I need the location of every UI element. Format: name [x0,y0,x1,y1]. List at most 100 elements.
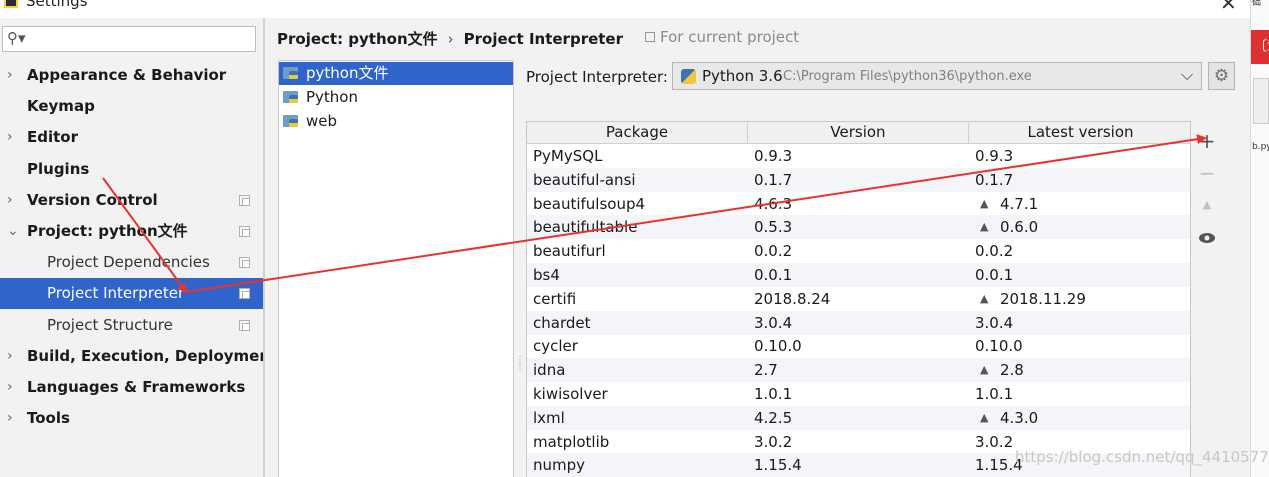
chevron-right-icon[interactable]: › [7,122,13,153]
splitter-handle-icon[interactable]: ⋮ ⋮ [515,356,525,376]
package-name: matplotlib [533,433,610,451]
package-name: certifi [533,290,577,308]
sidebar-item-appearance-behavior[interactable]: › Appearance & Behavior [0,60,263,91]
package-latest-version: 2018.11.29 [1000,290,1086,308]
table-row[interactable]: lxml 4.2.5 ▲ 4.3.0 [527,406,1190,430]
table-row[interactable]: idna 2.7 ▲ 2.8 [527,358,1190,382]
sidebar-item-plugins[interactable]: Plugins [0,154,263,185]
watermark: https://blog.csdn.net/qq_44105778 [1015,448,1269,466]
package-version: 2018.8.24 [754,290,831,308]
column-header-package[interactable]: Package [527,123,748,143]
sidebar-item-project-python[interactable]: ⌄ Project: python文件 [0,216,263,247]
show-early-releases-button[interactable] [1191,223,1223,251]
package-latest-version: 0.6.0 [1000,218,1039,236]
breadcrumb-page: Project Interpreter [463,30,624,48]
table-row[interactable]: PyMySQL 0.9.3 0.9.3 [527,144,1190,168]
upgrade-package-button[interactable]: ▲ [1191,191,1223,219]
app-icon [4,0,18,8]
package-latest-version: 3.0.2 [975,433,1014,451]
title-bar: Settings ✕ [0,0,1250,18]
table-row[interactable]: bs4 0.0.1 0.0.1 [527,263,1190,287]
chevron-right-icon[interactable]: › [7,372,13,403]
upgrade-icon: ▲ [1202,198,1212,211]
breadcrumb: Project: python文件 › Project Interpreter Fo… [277,28,799,49]
upgrade-available-icon: ▲ [980,197,989,210]
package-latest-version: 1.0.1 [975,385,1014,403]
chevron-right-icon[interactable]: › [7,185,13,216]
package-version: 1.0.1 [754,385,793,403]
project-list: python文件 Python web [278,60,514,477]
remove-package-button[interactable]: − [1191,159,1223,187]
close-icon[interactable]: ✕ [1220,0,1237,15]
chevron-right-icon[interactable]: › [7,403,13,434]
package-name: PyMySQL [533,147,603,165]
package-version: 0.9.3 [754,147,793,165]
plus-icon: + [1198,129,1216,153]
gear-icon: ⚙ [1213,66,1230,86]
package-name: beautiful-ansi [533,171,636,189]
python-icon [681,69,696,84]
column-header-latest[interactable]: Latest version [969,123,1190,143]
chevron-down-icon[interactable]: ⌄ [7,216,19,247]
search-input[interactable] [29,29,249,49]
sidebar-item-label: Project Dependencies [47,253,210,271]
sidebar-item-label: Tools [27,409,70,427]
table-row[interactable]: kiwisolver 1.0.1 1.0.1 [527,382,1190,406]
sidebar-item-label: Plugins [27,160,90,178]
column-header-version[interactable]: Version [748,123,969,143]
package-name: beautifulsoup4 [533,195,646,213]
table-row[interactable]: cycler 0.10.0 0.10.0 [527,334,1190,358]
sidebar-item-project-dependencies[interactable]: Project Dependencies [0,247,263,278]
chevron-right-icon[interactable]: › [7,60,13,91]
upgrade-available-icon: ▲ [980,363,989,376]
table-row[interactable]: beautifulsoup4 4.6.3 ▲ 4.7.1 [527,192,1190,216]
sidebar-item-project-structure[interactable]: Project Structure [0,310,263,341]
background-window-edge: 础 〔章 b.py [1250,0,1269,477]
interpreter-settings-button[interactable]: ⚙ [1208,62,1235,90]
chevron-right-icon[interactable]: › [7,341,13,372]
interpreter-dropdown[interactable]: Python 3.6 C:\Program Files\python36\pyt… [672,62,1202,90]
sidebar-item-label: Project Structure [47,316,173,334]
table-row[interactable]: beautifurl 0.0.2 0.0.2 [527,239,1190,263]
package-latest-version: 0.1.7 [975,171,1014,189]
sidebar-item-version-control[interactable]: › Version Control [0,185,263,216]
package-name: numpy [533,456,586,474]
interpreter-path: C:\Program Files\python36\python.exe [783,69,1032,84]
search-icon: ⚲▾ [7,29,26,47]
package-name: kiwisolver [533,385,608,403]
package-name: bs4 [533,266,560,284]
background-text: 础 [1252,0,1262,8]
sidebar-item-label: Languages & Frameworks [27,378,246,396]
package-version: 0.0.2 [754,242,793,260]
search-box[interactable]: ⚲▾ [2,26,256,52]
package-version: 0.5.3 [754,218,793,236]
package-latest-version: 4.7.1 [1000,195,1039,213]
sidebar-item-build-execution-deployment[interactable]: › Build, Execution, Deployment [0,341,277,372]
package-table: Package Version Latest version PyMySQL 0.… [526,121,1191,477]
table-row[interactable]: beautifultable 0.5.3 ▲ 0.6.0 [527,215,1190,239]
table-row[interactable]: certifi 2018.8.24 ▲ 2018.11.29 [527,287,1190,311]
copy-icon [239,320,250,331]
package-version: 4.2.5 [754,409,793,427]
sidebar-item-editor[interactable]: › Editor [0,122,263,153]
package-version: 2.7 [754,361,778,379]
package-name: beautifurl [533,242,606,260]
package-name: lxml [533,409,565,427]
sidebar-item-languages-frameworks[interactable]: › Languages & Frameworks [0,372,263,403]
project-list-item[interactable]: Python [279,86,513,109]
sidebar-item-tools[interactable]: › Tools [0,403,263,434]
python-folder-icon [283,91,298,103]
package-name: beautifultable [533,218,638,236]
project-list-item[interactable]: python文件 [279,62,513,85]
background-badge: 〔章 [1251,30,1269,64]
package-version: 1.15.4 [754,456,802,474]
background-image-icon [1253,78,1269,124]
project-list-item[interactable]: web [279,110,513,133]
table-row[interactable]: chardet 3.0.4 3.0.4 [527,311,1190,335]
sidebar-item-label: Appearance & Behavior [27,66,227,84]
table-row[interactable]: beautiful-ansi 0.1.7 0.1.7 [527,168,1190,192]
sidebar-item-keymap[interactable]: Keymap [0,91,263,122]
package-name: cycler [533,337,578,355]
sidebar-item-project-interpreter[interactable]: Project Interpreter [0,278,263,309]
add-package-button[interactable]: + [1191,127,1223,155]
